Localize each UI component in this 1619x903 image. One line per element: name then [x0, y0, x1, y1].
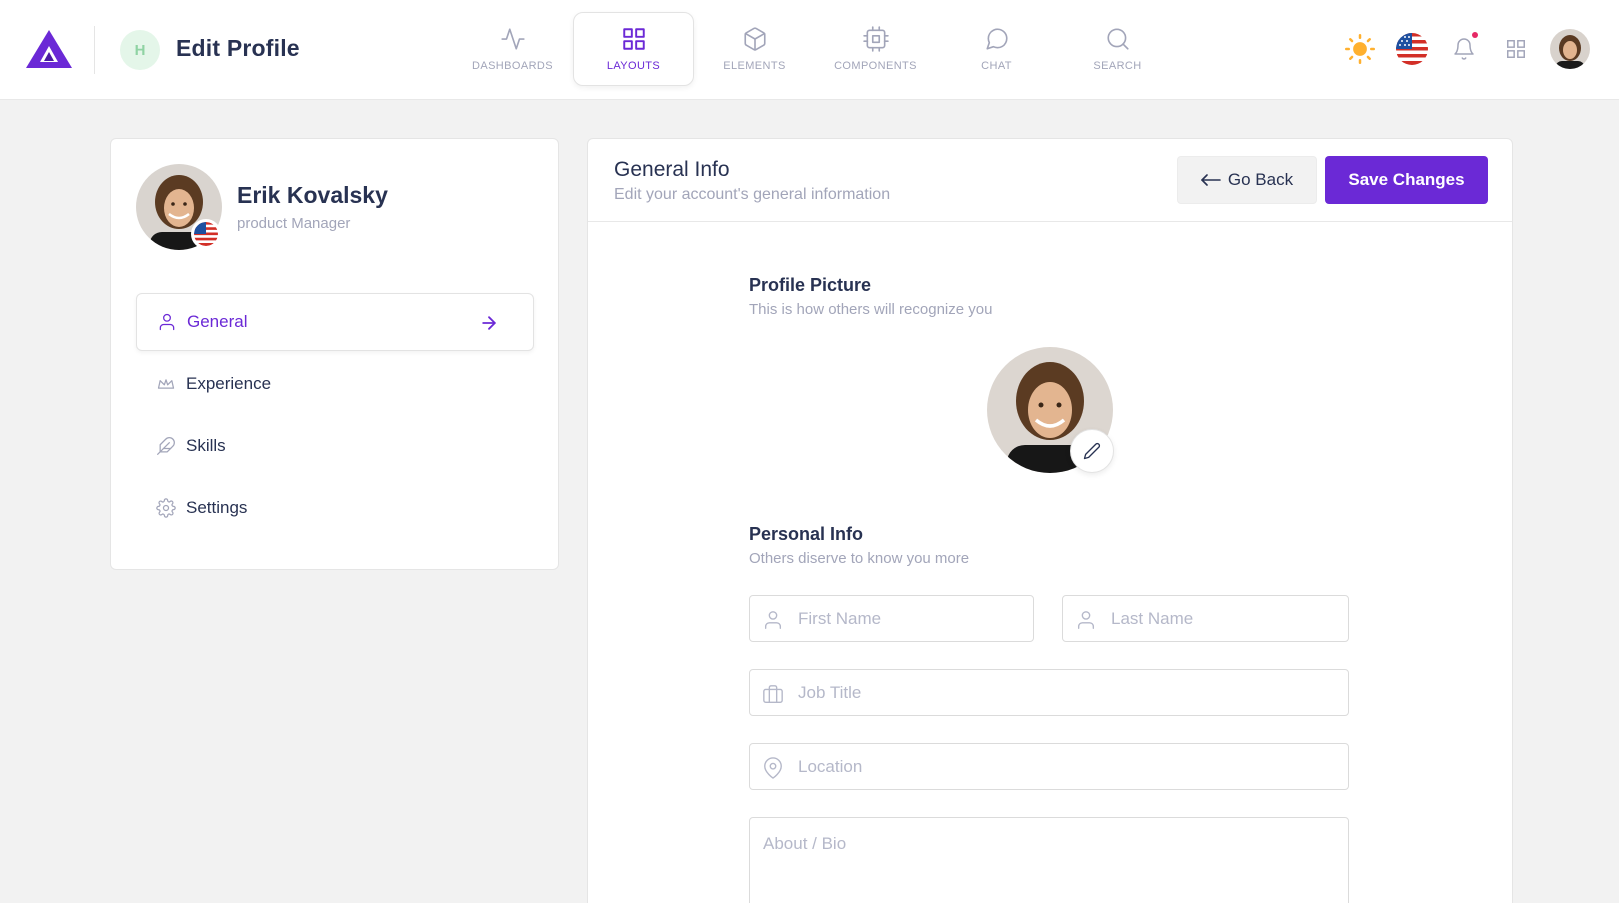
first-name-input[interactable]: [750, 596, 1033, 641]
cpu-icon: [862, 26, 889, 52]
profile-menu-card: Erik Kovalsky product Manager General Ex…: [110, 138, 559, 570]
apps-button[interactable]: [1498, 31, 1534, 67]
briefcase-icon: [763, 685, 783, 703]
first-name-field[interactable]: [749, 595, 1034, 642]
card-title: General Info: [614, 158, 730, 181]
language-button[interactable]: [1394, 31, 1430, 67]
theme-toggle-button[interactable]: [1342, 31, 1378, 67]
user-photo: [1550, 29, 1590, 69]
bell-icon: [1454, 38, 1474, 60]
user-icon: [1077, 611, 1095, 629]
bio-textarea[interactable]: [750, 818, 1348, 903]
logo-divider: [94, 26, 95, 74]
page-title: Edit Profile: [176, 35, 300, 61]
profile-picture-title: Profile Picture: [749, 275, 872, 295]
save-changes-button[interactable]: Save Changes: [1325, 156, 1488, 204]
nav-dashboards[interactable]: DASHBOARDS: [452, 12, 573, 86]
top-navbar: H Edit Profile DASHBOARDS LAYOUTS ELEMEN…: [0, 0, 1619, 100]
personal-info-subtitle: Others diserve to know you more: [749, 550, 970, 567]
menu-item-skills[interactable]: Skills: [136, 417, 534, 475]
location-field[interactable]: [749, 743, 1349, 790]
nav-layouts[interactable]: LAYOUTS: [573, 12, 694, 86]
card-header: General Info Edit your account's general…: [588, 139, 1512, 222]
user-avatar[interactable]: [1550, 29, 1590, 69]
nav-search[interactable]: SEARCH: [1057, 12, 1178, 86]
us-flag-icon: [1396, 33, 1428, 65]
notifications-button[interactable]: [1446, 31, 1482, 67]
arrow-left-icon: [1201, 174, 1221, 186]
brand-logo-icon[interactable]: [24, 28, 74, 70]
activity-icon: [500, 28, 525, 50]
arrow-right-icon: [482, 316, 496, 330]
settings-icon: [156, 498, 176, 518]
apps-grid-icon: [1507, 40, 1525, 58]
country-flag-badge: [191, 219, 221, 249]
user-icon: [159, 313, 175, 331]
grid-icon: [622, 28, 645, 50]
bio-field[interactable]: [749, 817, 1349, 903]
sun-icon: [1345, 34, 1375, 64]
main-nav: DASHBOARDS LAYOUTS ELEMENTS COMPONENTS C…: [452, 12, 1178, 86]
crown-icon: [157, 379, 175, 389]
menu-item-label: Settings: [186, 498, 248, 517]
menu-item-label: Skills: [186, 436, 226, 455]
nav-label: SEARCH: [1093, 60, 1142, 72]
message-circle-icon: [985, 28, 1008, 50]
nav-label: ELEMENTS: [723, 60, 786, 72]
card-subtitle: Edit your account's general information: [614, 186, 891, 203]
pencil-icon: [1083, 442, 1101, 460]
profile-name: Erik Kovalsky: [237, 182, 388, 208]
nav-components[interactable]: COMPONENTS: [815, 12, 936, 86]
location-input[interactable]: [750, 744, 1348, 789]
job-title-field[interactable]: [749, 669, 1349, 716]
personal-info-title: Personal Info: [749, 524, 864, 544]
nav-elements[interactable]: ELEMENTS: [694, 12, 815, 86]
profile-role: product Manager: [237, 215, 351, 232]
menu-item-experience[interactable]: Experience: [136, 355, 534, 413]
job-title-input[interactable]: [750, 670, 1348, 715]
nav-label: CHAT: [981, 60, 1012, 72]
menu-item-settings[interactable]: Settings: [136, 479, 534, 537]
general-info-card: General Info Edit your account's general…: [587, 138, 1513, 903]
go-back-button[interactable]: Go Back: [1177, 156, 1317, 204]
nav-chat[interactable]: CHAT: [936, 12, 1057, 86]
search-icon: [1106, 28, 1129, 50]
nav-label: DASHBOARDS: [471, 60, 554, 72]
profile-picture-subtitle: This is how others will recognize you: [749, 301, 993, 318]
notification-dot: [1472, 32, 1478, 38]
go-back-label: Go Back: [1227, 170, 1294, 189]
menu-item-general[interactable]: General: [136, 293, 534, 351]
user-icon: [764, 611, 782, 629]
menu-item-label: General: [187, 312, 248, 331]
edit-picture-button[interactable]: [1070, 429, 1114, 473]
nav-label: COMPONENTS: [834, 60, 917, 72]
map-pin-icon: [764, 757, 782, 779]
box-icon: [743, 27, 766, 51]
user-initial-avatar[interactable]: H: [120, 30, 160, 70]
last-name-field[interactable]: [1062, 595, 1349, 642]
last-name-input[interactable]: [1063, 596, 1348, 641]
us-flag-icon: [194, 222, 218, 246]
menu-item-label: Experience: [186, 374, 272, 393]
feather-icon: [157, 437, 175, 455]
nav-label: LAYOUTS: [606, 60, 661, 72]
